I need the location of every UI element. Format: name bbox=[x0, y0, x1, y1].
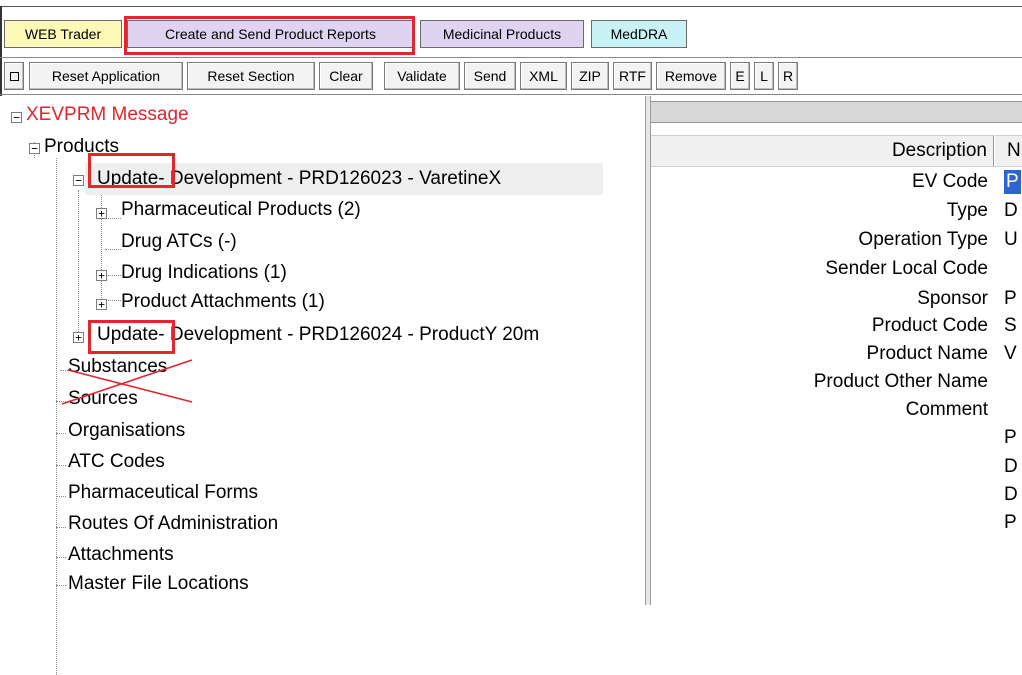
tab-web-trader[interactable]: WEB Trader bbox=[4, 20, 122, 48]
tree-connector bbox=[56, 585, 66, 586]
property-value-extra[interactable]: P bbox=[1004, 423, 1017, 453]
update-operation-label: Update bbox=[97, 324, 159, 345]
property-value-type[interactable]: D bbox=[1004, 196, 1018, 226]
property-label-product-name: Product Name bbox=[866, 343, 988, 364]
collapse-icon[interactable]: − bbox=[29, 143, 40, 154]
reset-application-button[interactable]: Reset Application bbox=[29, 62, 183, 90]
tree-connector bbox=[105, 275, 121, 276]
tree-item-drug-atcs[interactable]: Drug ATCs (-) bbox=[121, 226, 237, 258]
tree-item-substances[interactable]: Substances bbox=[68, 351, 167, 383]
property-value-extra[interactable]: D bbox=[1004, 452, 1018, 482]
reset-section-button[interactable]: Reset Section bbox=[187, 62, 315, 90]
window-top-border bbox=[0, 0, 1022, 7]
tree-item-atc-codes[interactable]: ATC Codes bbox=[68, 446, 165, 478]
tree-connector bbox=[105, 249, 121, 250]
toggle-square-button[interactable] bbox=[4, 62, 24, 90]
tree-item-pharmaceutical-forms[interactable]: Pharmaceutical Forms bbox=[68, 477, 258, 509]
tab-create-send-product-reports[interactable]: Create and Send Product Reports bbox=[127, 20, 414, 48]
tree-item-product-update-2[interactable]: Update - Development - PRD126024 - Produ… bbox=[85, 319, 539, 351]
tree-item-drug-indications[interactable]: Drug Indications (1) bbox=[121, 257, 287, 289]
property-label-sender-local-code: Sender Local Code bbox=[825, 258, 988, 279]
zip-button[interactable]: ZIP bbox=[571, 62, 609, 90]
send-button[interactable]: Send bbox=[464, 62, 516, 90]
product-entry-label: - Development - PRD126023 - VaretineX bbox=[158, 168, 502, 189]
tree-connector bbox=[105, 218, 121, 219]
e-button[interactable]: E bbox=[730, 62, 750, 90]
toolbar-divider bbox=[0, 57, 1022, 58]
tree-item-organisations[interactable]: Organisations bbox=[68, 415, 185, 447]
property-value-extra[interactable]: P bbox=[1004, 508, 1017, 538]
tree-item-pharmaceutical-products[interactable]: Pharmaceutical Products (2) bbox=[121, 194, 361, 226]
details-header-bar bbox=[651, 101, 1022, 123]
clear-button[interactable]: Clear bbox=[319, 62, 373, 90]
expand-icon[interactable]: + bbox=[96, 208, 107, 219]
remove-button[interactable]: Remove bbox=[656, 62, 726, 90]
tree-item-product-attachments[interactable]: Product Attachments (1) bbox=[121, 286, 325, 318]
tree-item-master-file-locations[interactable]: Master File Locations bbox=[68, 568, 249, 600]
property-label-ev-code: EV Code bbox=[911, 171, 988, 192]
tree-connector bbox=[56, 465, 66, 466]
property-label-comment: Comment bbox=[905, 399, 988, 420]
column-header-n[interactable]: N bbox=[995, 135, 1022, 167]
property-label-product-code: Product Code bbox=[871, 315, 988, 336]
tree-connector bbox=[105, 300, 121, 301]
product-entry-label: - Development - PRD126024 - ProductY 20m bbox=[158, 324, 540, 345]
property-label-product-other-name: Product Other Name bbox=[813, 371, 988, 392]
tree-connector bbox=[60, 370, 68, 371]
column-header-description[interactable]: Description bbox=[651, 135, 994, 167]
tree-connector bbox=[56, 401, 66, 402]
property-value-ev-code[interactable]: P bbox=[1004, 170, 1021, 194]
tree-item-sources[interactable]: Sources bbox=[68, 383, 138, 415]
tree-item-attachments[interactable]: Attachments bbox=[68, 539, 174, 571]
tree-item-product-update-1[interactable]: Update - Development - PRD126023 - Varet… bbox=[85, 163, 603, 195]
property-label-sponsor: Sponsor bbox=[917, 288, 988, 309]
toolbar-bottom-divider bbox=[0, 94, 1022, 95]
tree-connector bbox=[56, 158, 57, 675]
tree-connector bbox=[56, 496, 66, 497]
tree-item-routes-of-administration[interactable]: Routes Of Administration bbox=[68, 508, 278, 540]
expand-icon[interactable]: + bbox=[73, 332, 84, 343]
expand-icon[interactable]: + bbox=[96, 299, 107, 310]
property-value-operation-type[interactable]: U bbox=[1004, 225, 1018, 255]
property-label-operation-type: Operation Type bbox=[858, 229, 988, 250]
square-icon bbox=[9, 71, 19, 81]
property-value-product-code[interactable]: S bbox=[1004, 311, 1017, 341]
tree-root-xevprm-message[interactable]: XEVPRM Message bbox=[26, 99, 189, 131]
tab-medicinal-products[interactable]: Medicinal Products bbox=[420, 20, 584, 48]
tree-connector bbox=[56, 433, 66, 434]
rtf-button[interactable]: RTF bbox=[613, 62, 652, 90]
property-value-sponsor[interactable]: P bbox=[1004, 284, 1017, 314]
tree-connector bbox=[78, 190, 79, 338]
property-value-extra[interactable]: D bbox=[1004, 480, 1018, 510]
update-operation-label: Update bbox=[97, 168, 159, 189]
collapse-icon[interactable]: − bbox=[11, 112, 22, 123]
tab-meddra[interactable]: MedDRA bbox=[591, 20, 687, 48]
property-label-type: Type bbox=[946, 200, 988, 221]
message-tree: − XEVPRM Message − Products Update - Dev… bbox=[0, 96, 645, 675]
r-button[interactable]: R bbox=[778, 62, 798, 90]
validate-button[interactable]: Validate bbox=[384, 62, 460, 90]
expand-icon[interactable]: + bbox=[96, 270, 107, 281]
xml-button[interactable]: XML bbox=[520, 62, 567, 90]
property-value-product-name[interactable]: V bbox=[1004, 339, 1017, 369]
tree-connector bbox=[56, 557, 66, 558]
tree-connector bbox=[56, 527, 66, 528]
collapse-icon[interactable]: − bbox=[73, 175, 84, 186]
l-button[interactable]: L bbox=[754, 62, 774, 90]
tree-item-products[interactable]: Products bbox=[44, 131, 119, 163]
